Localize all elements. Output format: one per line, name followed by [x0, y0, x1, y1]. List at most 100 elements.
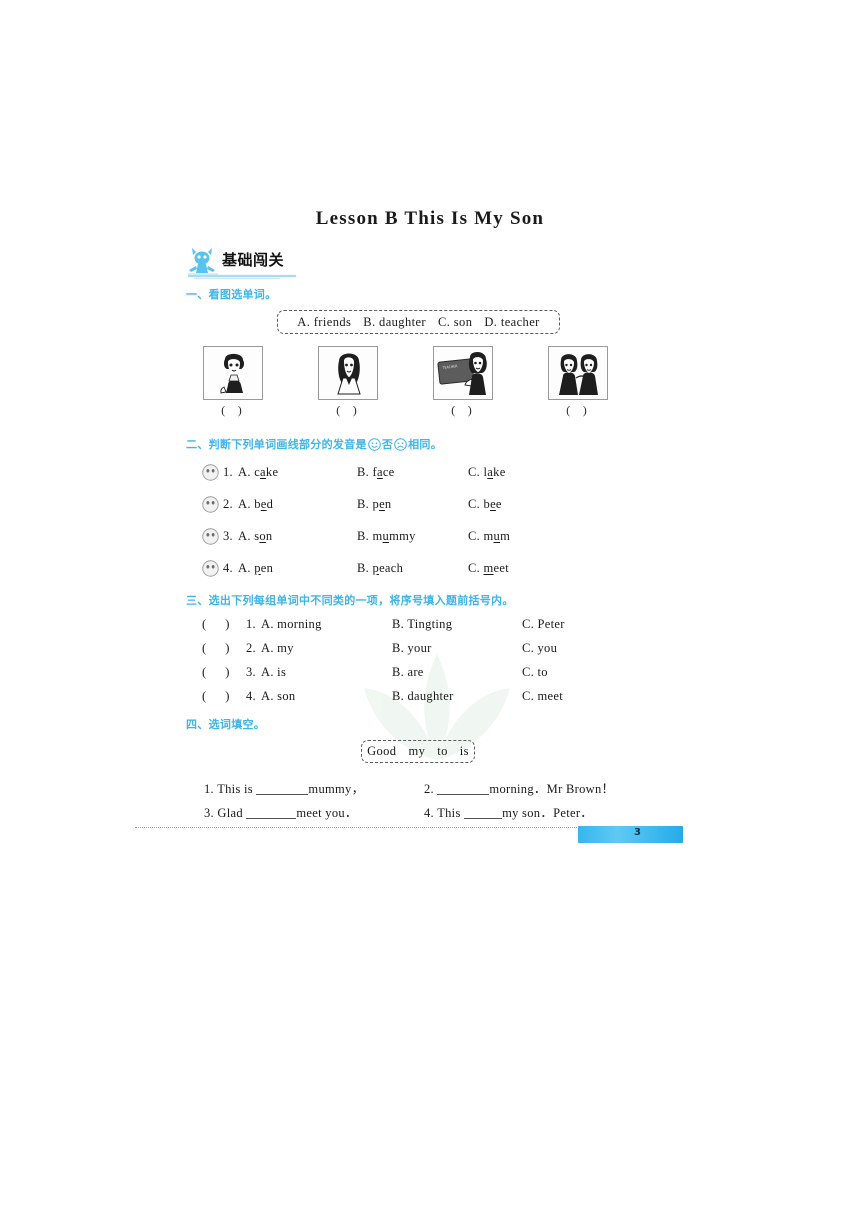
page-number-badge: 3: [578, 826, 683, 843]
option-c[interactable]: C. bee: [468, 497, 502, 512]
option-c[interactable]: C. meet: [468, 561, 509, 576]
section-4-wordbank: Good my to is: [361, 740, 475, 763]
item-number: 3.: [223, 529, 233, 543]
worksheet-page: Lesson B This Is My Son 基础闯关 一、看图选单词。 A.…: [0, 0, 860, 1216]
picture-item: TEACHER (): [433, 346, 495, 417]
section-badge-header: 基础闯关: [186, 246, 406, 280]
face-circle-icon[interactable]: [202, 464, 219, 481]
pronunciation-row: 2. A. bed B. pen C. bee: [202, 494, 622, 516]
item-number: 1.: [223, 465, 233, 479]
blank-input[interactable]: [246, 818, 297, 819]
face-circle-icon[interactable]: [202, 528, 219, 545]
picture-item: ( ): [318, 346, 380, 417]
item-number: 1.: [246, 617, 256, 631]
sentence-after: morning．Mr Brown！: [489, 782, 615, 796]
wordbank-option: my: [408, 744, 426, 758]
answer-paren[interactable]: ( ): [202, 641, 237, 656]
face-circle-icon[interactable]: [202, 560, 219, 577]
item-number: 3.: [246, 665, 256, 679]
boy-portrait-image: [203, 346, 263, 400]
section-4-heading: 四、选词填空。: [186, 718, 266, 731]
section-2-heading-part3: 相同。: [408, 438, 443, 451]
answer-paren[interactable]: ( ): [203, 405, 265, 417]
fill-blank-item: 1. This is mummy，: [204, 778, 364, 797]
item-number: 1.: [204, 782, 214, 796]
section-1-heading: 一、看图选单词。: [186, 288, 277, 301]
option-b[interactable]: B. pen: [357, 497, 391, 512]
badge-underline: [188, 274, 296, 279]
option-b[interactable]: B. mummy: [357, 529, 416, 544]
girl-portrait-image: [318, 346, 378, 400]
option-b[interactable]: B. Tingting: [392, 617, 452, 632]
option-c[interactable]: C. mum: [468, 529, 510, 544]
wordbank-option: B. daughter: [363, 314, 426, 329]
fill-blank-item: 3. Glad meet you．: [204, 802, 358, 821]
page-number: 3: [634, 827, 641, 838]
section-2-heading-part2: 否: [381, 438, 394, 451]
option-a[interactable]: A. my: [261, 641, 294, 656]
option-b[interactable]: B. are: [392, 665, 424, 680]
item-number: 2.: [246, 641, 256, 655]
face-circle-icon[interactable]: [202, 496, 219, 513]
item-number: 2.: [424, 782, 434, 796]
option-b[interactable]: B. face: [357, 465, 395, 480]
option-b[interactable]: B. your: [392, 641, 432, 656]
option-a[interactable]: A. cake: [238, 465, 278, 480]
item-number: 2.: [223, 497, 233, 511]
answer-paren[interactable]: ( ): [202, 617, 237, 632]
option-c[interactable]: C. you: [522, 641, 557, 656]
option-b[interactable]: B. daughter: [392, 689, 454, 704]
blank-input[interactable]: [464, 818, 503, 819]
section-2-heading: 二、判断下列单词画线部分的发音是 否 相同。: [186, 436, 442, 452]
pronunciation-row: 1. A. cake B. face C. lake: [202, 462, 622, 484]
blank-input[interactable]: [437, 794, 490, 795]
wordbank-option: A. friends: [297, 314, 352, 329]
item-number: 3.: [204, 806, 214, 820]
item-number: 4.: [223, 561, 233, 575]
category-row: ( ) 1. A. morning B. Tingting C. Peter: [202, 614, 622, 636]
page-title: Lesson B This Is My Son: [315, 208, 545, 229]
section-1-picture-row: ( ) () TEACHER () (): [190, 346, 630, 424]
option-a[interactable]: A. bed: [238, 497, 273, 512]
option-a[interactable]: A. pen: [238, 561, 273, 576]
answer-paren[interactable]: ( ): [433, 405, 495, 417]
wordbank-option: is: [459, 744, 469, 758]
answer-paren[interactable]: ( ): [548, 405, 610, 417]
sentence-after: meet you．: [296, 806, 358, 820]
blue-mascot-icon: [188, 248, 218, 277]
section-3-heading: 三、选出下列每组单词中不同类的一项，将序号填入题前括号内。: [186, 594, 514, 607]
wordbank-option: D. teacher: [484, 314, 540, 329]
option-b[interactable]: B. peach: [357, 561, 403, 576]
option-a[interactable]: A. is: [261, 665, 286, 680]
option-a[interactable]: A. morning: [261, 617, 322, 632]
category-row: ( ) 4. A. son B. daughter C. meet: [202, 686, 622, 708]
wordbank-option: Good: [367, 744, 397, 758]
category-row: ( ) 2. A. my B. your C. you: [202, 638, 622, 660]
option-c[interactable]: C. lake: [468, 465, 506, 480]
picture-item: ( ): [203, 346, 265, 417]
fill-blank-item: 4. This my son．Peter．: [424, 802, 593, 821]
option-a[interactable]: A. son: [238, 529, 272, 544]
option-c[interactable]: C. to: [522, 665, 548, 680]
option-a[interactable]: A. son: [261, 689, 295, 704]
teacher-blackboard-image: TEACHER: [433, 346, 493, 400]
pronunciation-row: 4. A. pen B. peach C. meet: [202, 558, 622, 580]
frowny-face-icon: [394, 437, 407, 451]
sentence-before: Glad: [217, 806, 243, 820]
pronunciation-row: 3. A. son B. mummy C. mum: [202, 526, 622, 548]
category-row: ( ) 3. A. is B. are C. to: [202, 662, 622, 684]
option-c[interactable]: C. meet: [522, 689, 563, 704]
answer-paren[interactable]: ( ): [318, 405, 380, 417]
section-1-wordbank: A. friends B. daughter C. son D. teacher: [277, 310, 560, 334]
item-number: 4.: [424, 806, 434, 820]
answer-paren[interactable]: ( ): [202, 665, 237, 680]
wordbank-option: to: [437, 744, 448, 758]
sentence-after: mummy，: [308, 782, 365, 796]
item-number: 4.: [246, 689, 256, 703]
wordbank-option: C. son: [438, 314, 473, 329]
blank-input[interactable]: [256, 794, 309, 795]
answer-paren[interactable]: ( ): [202, 689, 237, 704]
smiley-face-icon: [368, 437, 381, 451]
option-c[interactable]: C. Peter: [522, 617, 565, 632]
fill-blank-item: 2. morning．Mr Brown！: [424, 778, 614, 797]
